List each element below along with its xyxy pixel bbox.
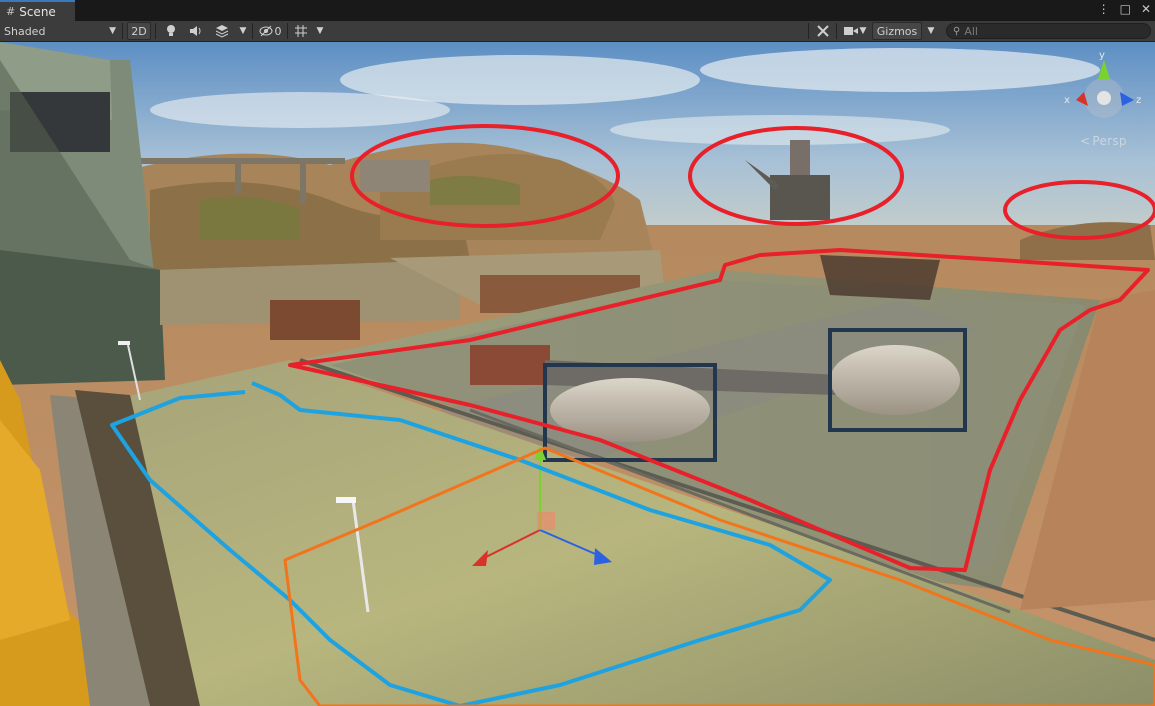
window-controls: ⋮ □ ✕ [1098,2,1151,16]
chevron-down-icon: ▼ [239,26,247,36]
speaker-icon [190,26,201,36]
more-options-icon[interactable]: ⋮ [1098,2,1110,16]
close-icon[interactable]: ✕ [1141,2,1151,16]
axis-x-label: x [1064,95,1070,106]
persp-arrow-icon: < [1080,134,1091,148]
search-icon: ⚲ [953,25,961,37]
audio-toggle[interactable] [185,21,207,41]
camera-settings-dropdown[interactable]: ▼ [840,21,870,41]
draw-mode-label: Shaded [4,24,46,38]
axis-y-label: y [1099,50,1105,61]
eye-crossed-icon [259,25,272,37]
projection-toggle[interactable]: < Persp [1080,134,1127,148]
lightbulb-icon [167,25,175,36]
toolbar-divider [808,23,809,39]
effects-toggle[interactable] [209,21,235,41]
scene-viewport[interactable]: y x z < Persp [0,42,1155,706]
scrap-pile [820,255,940,300]
chevron-down-icon: ▼ [859,26,867,36]
tank-right [830,345,960,415]
grid-dropdown[interactable]: ▼ [313,21,327,41]
toolbar-divider [836,23,837,39]
lighting-toggle[interactable] [160,21,182,41]
chevron-down-icon: ▼ [927,26,935,36]
scene-toolbar: Shaded ▼ 2D ▼ 0 ▼ ▼ Gizmos ▼ ⚲ All [0,21,1155,42]
projection-label: Persp [1092,134,1127,148]
toggle-2d-button[interactable]: 2D [127,22,151,40]
oil-rig [770,175,830,220]
gizmos-dropdown[interactable]: ▼ [923,21,939,41]
hidden-objects-toggle[interactable]: 0 [256,21,284,41]
scene-search-input[interactable]: ⚲ All [946,23,1151,39]
window-tab-bar: # Scene ⋮ □ ✕ [0,0,1155,22]
toolbar-divider [287,23,288,39]
toolbar-divider [155,23,156,39]
axis-z-label: z [1136,95,1141,106]
grid-snap-icon [295,25,307,37]
gizmos-label: Gizmos [876,24,918,38]
scene-tools-button[interactable] [812,21,834,41]
camera-icon [843,27,858,35]
draw-mode-dropdown[interactable]: Shaded ▼ [0,21,120,41]
gizmos-button[interactable]: Gizmos [872,22,922,40]
chevron-down-icon: ▼ [316,26,324,36]
grid-snapping-toggle[interactable] [290,21,312,41]
chevron-down-icon: ▼ [109,26,116,36]
effects-layers-icon [215,25,229,38]
tab-scene[interactable]: # Scene [0,0,75,21]
scene-render: y x z [0,42,1155,706]
search-placeholder: All [964,24,978,38]
hidden-count: 0 [274,24,282,38]
red-machinery [470,345,550,385]
tab-scene-label: Scene [19,4,56,19]
toolbar-divider [252,23,253,39]
toggle-2d-label: 2D [131,24,147,38]
maximize-icon[interactable]: □ [1120,2,1131,16]
toolbar-divider [122,23,123,39]
grid-icon: # [6,5,16,18]
effects-dropdown[interactable]: ▼ [236,21,250,41]
tools-icon [817,25,829,37]
